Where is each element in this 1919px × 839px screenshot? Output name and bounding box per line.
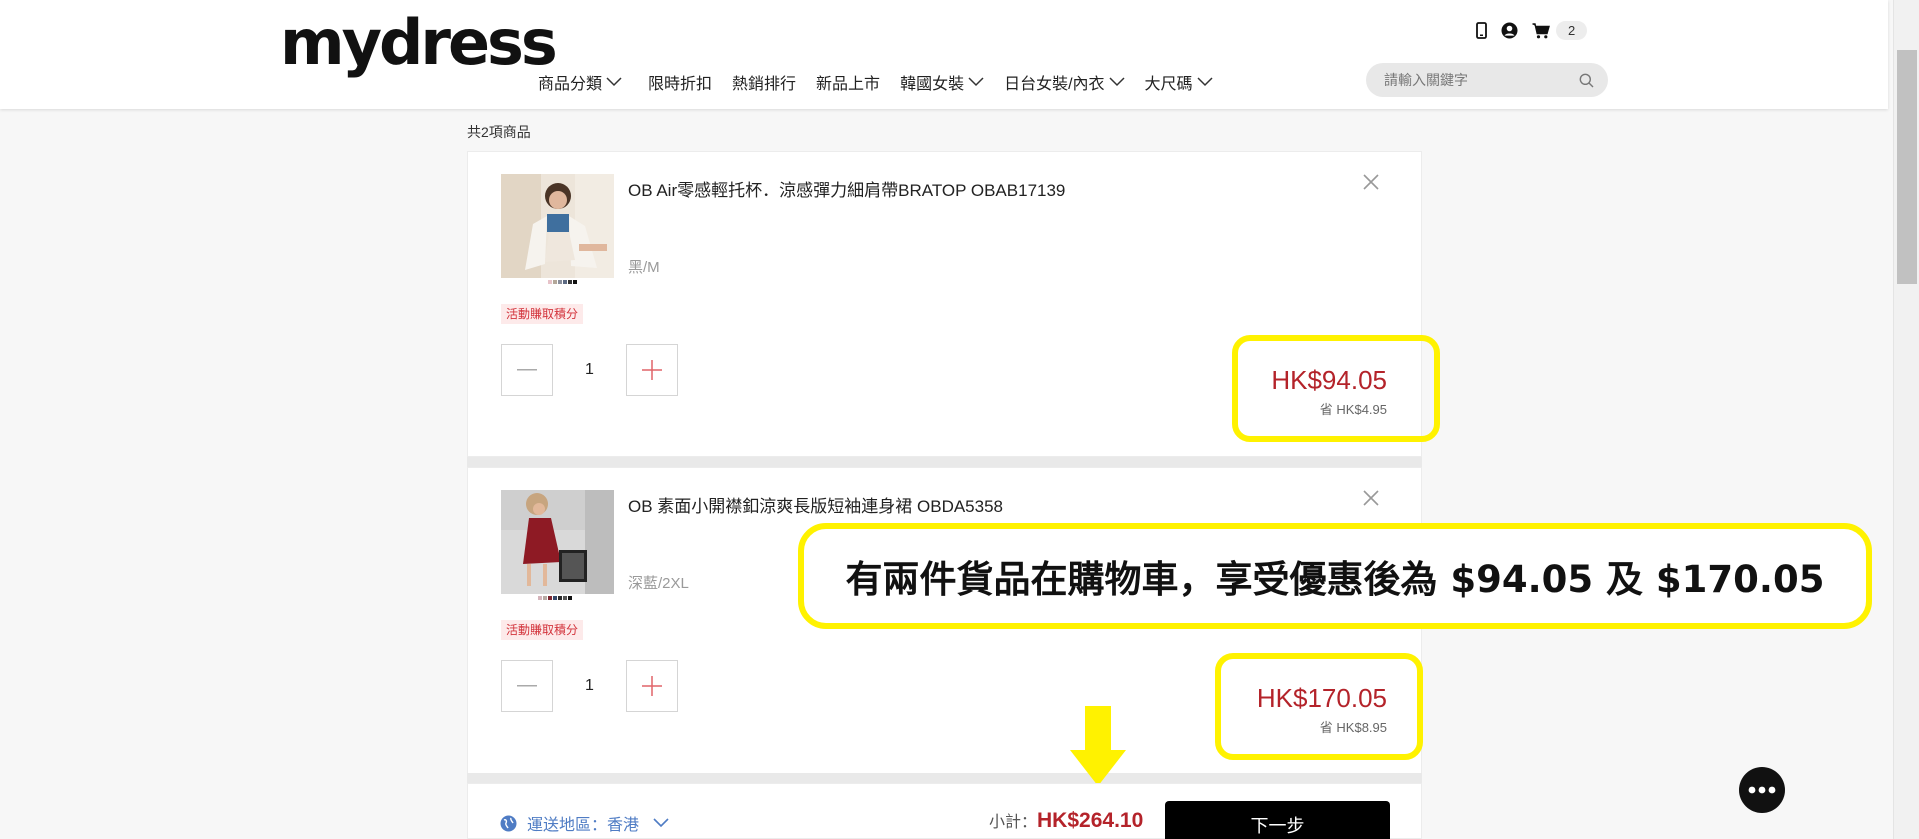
- quantity-value: 1: [585, 361, 594, 378]
- arrow-down-icon: [1070, 706, 1126, 786]
- close-icon[interactable]: [1361, 488, 1381, 508]
- site-logo[interactable]: mydress: [280, 12, 558, 74]
- chevron-down-icon: [606, 77, 622, 87]
- shipping-region-label: 運送地區：香港: [527, 817, 640, 834]
- product-thumbnail[interactable]: [501, 174, 614, 278]
- nav-item-categories[interactable]: 商品分類: [538, 70, 622, 94]
- chevron-down-icon: [1197, 77, 1213, 87]
- nav-item-flash-sale[interactable]: 限時折扣: [648, 70, 712, 94]
- product-title[interactable]: OB Air零感輕托杯．涼感彈力細肩帶BRATOP OBAB17139: [628, 176, 1065, 201]
- search-bar: [1366, 63, 1608, 97]
- site-header: mydress 商品分類 限時折扣 熱銷排行 新品上市 韓國女裝 日台女裝/內衣…: [0, 0, 1888, 109]
- subtotal-amount: HK$264.10: [1037, 809, 1144, 832]
- nav-item-new-arrivals[interactable]: 新品上市: [816, 70, 880, 94]
- color-swatches: [548, 280, 578, 284]
- scrollbar-thumb[interactable]: [1897, 50, 1917, 284]
- cart-item-count: 共2項商品: [467, 124, 531, 140]
- main-nav: 商品分類 限時折扣 熱銷排行 新品上市 韓國女裝 日台女裝/內衣 大尺碼: [538, 70, 1233, 94]
- nav-label: 新品上市: [816, 76, 881, 93]
- page-scrollbar[interactable]: [1893, 0, 1919, 839]
- decrease-button[interactable]: [501, 344, 553, 396]
- shipping-region-select[interactable]: 運送地區：香港: [500, 811, 669, 835]
- checkout-bar: 運送地區：香港 小計： HK$264.10 下一步: [467, 783, 1422, 839]
- nav-item-plus-size[interactable]: 大尺碼: [1145, 70, 1213, 94]
- increase-button[interactable]: [626, 660, 678, 712]
- nav-label: 限時折扣: [648, 76, 713, 93]
- chevron-down-icon: [653, 818, 669, 828]
- plus-icon: [642, 676, 662, 696]
- points-badge: 活動賺取積分: [501, 620, 584, 640]
- search-input[interactable]: [1384, 72, 1579, 88]
- product-title[interactable]: OB 素面小開襟釦涼爽長版短袖連身裙 OBDA5358: [628, 492, 1003, 517]
- quantity-stepper: 1: [501, 660, 678, 712]
- product-thumbnail[interactable]: [501, 490, 614, 594]
- subtotal: 小計： HK$264.10: [989, 808, 1143, 833]
- user-icon[interactable]: [1501, 22, 1518, 39]
- points-badge: 活動賺取積分: [501, 304, 584, 324]
- chevron-down-icon: [1109, 77, 1125, 87]
- nav-label: 大尺碼: [1144, 76, 1193, 93]
- product-variant: 黑/M: [628, 259, 660, 276]
- minus-icon: [517, 685, 537, 687]
- chat-icon: [1748, 786, 1776, 794]
- search-icon[interactable]: [1579, 73, 1594, 88]
- increase-button[interactable]: [626, 344, 678, 396]
- nav-label: 商品分類: [538, 76, 603, 93]
- price-highlight-box: [1232, 335, 1440, 442]
- decrease-button[interactable]: [501, 660, 553, 712]
- header-icons: 2: [1476, 21, 1588, 40]
- quantity-value: 1: [585, 677, 594, 694]
- globe-icon: [500, 815, 517, 831]
- next-step-button[interactable]: 下一步: [1165, 801, 1390, 839]
- plus-icon: [642, 360, 662, 380]
- nav-item-bestsellers[interactable]: 熱銷排行: [732, 70, 796, 94]
- nav-label: 韓國女裝: [900, 76, 965, 93]
- annotation-callout: 有兩件貨品在購物車，享受優惠後為 $94.05 及 $170.05: [798, 523, 1872, 629]
- chat-button[interactable]: [1739, 767, 1785, 813]
- divider: [467, 457, 1422, 467]
- color-swatches: [538, 596, 573, 600]
- divider: [467, 773, 1422, 783]
- nav-label: 熱銷排行: [732, 76, 797, 93]
- nav-label: 日台女裝/內衣: [1004, 76, 1105, 93]
- price-highlight-box: [1215, 653, 1423, 760]
- nav-item-jp-tw-fashion[interactable]: 日台女裝/內衣: [1004, 70, 1125, 94]
- nav-item-korean-fashion[interactable]: 韓國女裝: [900, 70, 984, 94]
- quantity-stepper: 1: [501, 344, 678, 396]
- cart-icon[interactable]: [1532, 22, 1550, 39]
- chevron-down-icon: [968, 77, 984, 87]
- cart-count-badge[interactable]: 2: [1556, 21, 1588, 40]
- minus-icon: [517, 369, 537, 371]
- mobile-icon[interactable]: [1476, 22, 1487, 39]
- subtotal-label: 小計：: [989, 814, 1038, 831]
- product-variant: 深藍/2XL: [628, 575, 689, 592]
- close-icon[interactable]: [1361, 172, 1381, 192]
